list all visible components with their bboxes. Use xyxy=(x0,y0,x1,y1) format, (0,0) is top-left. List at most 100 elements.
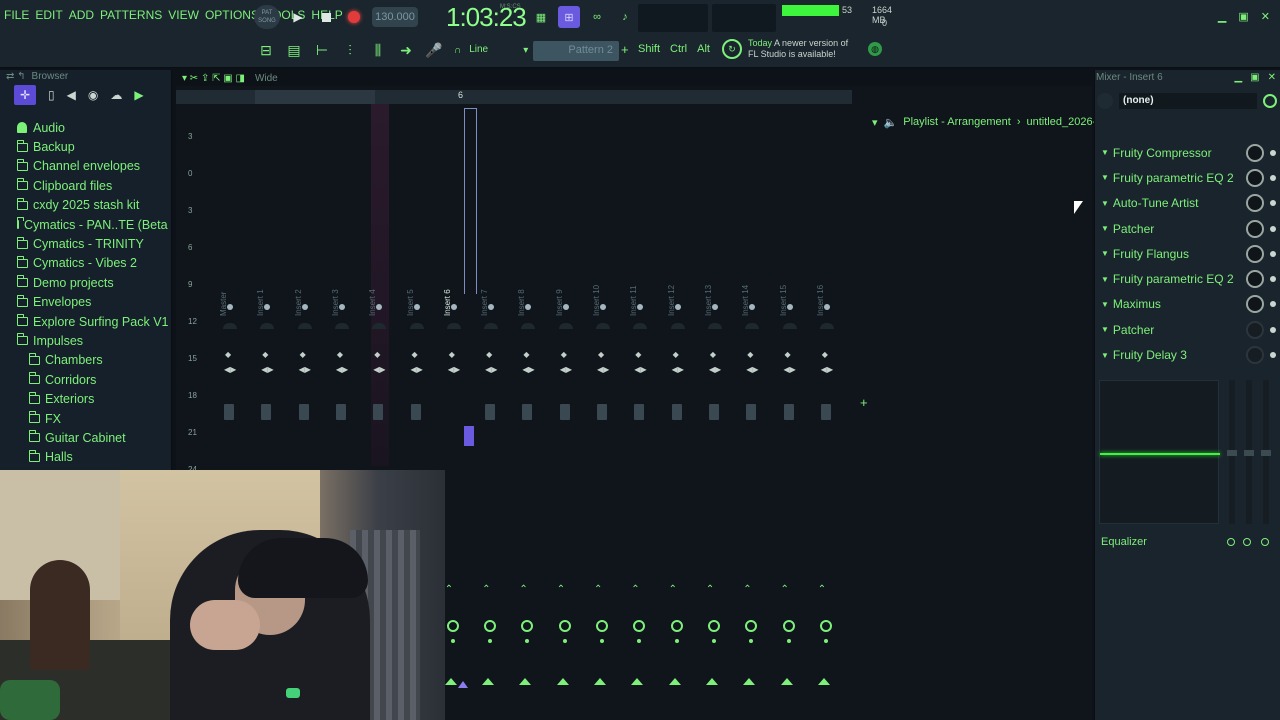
slot-chevron-icon[interactable]: ▼ xyxy=(1101,300,1109,309)
snap-selector[interactable]: ∩ Line ▾ xyxy=(454,41,528,59)
mute-led[interactable] xyxy=(711,304,718,310)
eq-band-handle[interactable] xyxy=(1261,450,1271,456)
pat-song-toggle[interactable]: PAT SONG xyxy=(254,5,280,29)
menu-patterns[interactable]: PATTERNS xyxy=(100,8,162,22)
slot-chevron-icon[interactable]: ▼ xyxy=(1101,199,1109,208)
eq-knob[interactable] xyxy=(1261,538,1269,546)
slot-chevron-icon[interactable]: ▼ xyxy=(1101,325,1109,334)
browser-item[interactable]: Guitar Cabinet xyxy=(0,428,172,447)
news-panel[interactable]: ↻ Today A newer version of FL Studio is … xyxy=(722,38,848,60)
browser-item[interactable]: Chambers xyxy=(0,351,172,370)
pan-knob[interactable] xyxy=(223,323,237,329)
route-arrow-icon[interactable]: ⌃ xyxy=(781,584,789,595)
swap-channels-icon[interactable]: ◀▶ xyxy=(709,365,721,374)
add-pattern-icon[interactable]: + xyxy=(621,42,629,57)
route-knob[interactable] xyxy=(670,620,683,632)
slot-enable-led[interactable] xyxy=(1270,326,1276,333)
mix-knob[interactable] xyxy=(1246,194,1264,213)
volume-fader[interactable] xyxy=(522,404,533,420)
pan-knob[interactable] xyxy=(521,323,536,329)
stereo-separation-icon[interactable]: ◆ xyxy=(262,350,268,359)
effect-slot[interactable]: ▼ Fruity Compressor xyxy=(1095,140,1280,165)
volume-fader[interactable] xyxy=(708,404,719,420)
pan-knob[interactable] xyxy=(745,323,760,329)
effect-slot[interactable]: ▼ Patcher xyxy=(1095,216,1280,241)
loop-icon[interactable]: ∞ xyxy=(586,6,608,28)
playlist-icon[interactable]: ⊟ xyxy=(254,39,278,61)
menu-edit[interactable]: EDIT xyxy=(35,8,62,22)
pan-knob[interactable] xyxy=(596,323,610,329)
step-sequencer-icon[interactable]: ⊞ xyxy=(558,6,580,28)
stereo-separation-icon[interactable]: ◆ xyxy=(598,350,604,359)
swap-channels-icon[interactable]: ◀▶ xyxy=(336,365,348,374)
slot-enable-led[interactable] xyxy=(1270,250,1276,257)
route-send-icon[interactable] xyxy=(594,678,606,685)
browser-item[interactable]: Channel envelopes xyxy=(0,157,172,176)
mixer-menu-icon[interactable]: ▾ ✂ ⇪ ⇱ ▣ ◨ xyxy=(182,73,245,84)
volume-fader[interactable] xyxy=(410,404,421,420)
menu-view[interactable]: VIEW xyxy=(168,8,199,22)
stereo-separation-icon[interactable]: ◆ xyxy=(225,350,231,359)
route-knob[interactable] xyxy=(633,620,646,632)
stop-button[interactable] xyxy=(316,7,336,27)
browser-item[interactable]: Cymatics - PAN..TE (Beta Pack) xyxy=(0,215,172,234)
swap-channels-icon[interactable]: ◀▶ xyxy=(224,365,236,374)
channel-rack-icon[interactable]: ▤ xyxy=(282,39,306,61)
route-arrow-icon[interactable]: ⌃ xyxy=(445,584,453,595)
all-files-icon[interactable]: ✛ xyxy=(14,85,36,105)
mute-led[interactable] xyxy=(786,304,793,310)
effect-slot[interactable]: ▼ Auto-Tune Artist xyxy=(1095,191,1280,216)
play-button[interactable]: ▶ xyxy=(288,7,308,27)
route-send-icon[interactable] xyxy=(444,678,457,685)
stereo-separation-icon[interactable]: ◆ xyxy=(523,350,529,359)
volume-fader[interactable] xyxy=(746,404,757,420)
slot-chevron-icon[interactable]: ▼ xyxy=(1101,148,1109,157)
route-send-icon[interactable] xyxy=(817,678,830,685)
volume-fader[interactable] xyxy=(597,404,607,420)
stereo-separation-icon[interactable]: ◆ xyxy=(673,350,679,359)
minimize-icon[interactable]: ▁ xyxy=(1234,72,1242,83)
browser-item[interactable]: Impulses xyxy=(0,331,172,350)
pan-knob[interactable] xyxy=(297,323,312,329)
effect-slot[interactable]: ▼ Fruity parametric EQ 2 xyxy=(1095,266,1280,291)
route-knob[interactable] xyxy=(745,620,758,632)
mix-knob[interactable] xyxy=(1246,143,1264,162)
close-icon[interactable]: ✕ xyxy=(1261,10,1270,23)
mute-led[interactable] xyxy=(450,304,457,310)
swap-channels-icon[interactable]: ◀▶ xyxy=(373,365,385,374)
pan-knob[interactable] xyxy=(819,323,834,329)
slot-enable-led[interactable] xyxy=(1270,352,1276,359)
browser-item[interactable]: Cymatics - TRINITY xyxy=(0,234,172,253)
effect-slot[interactable]: ▼ Fruity parametric EQ 2 xyxy=(1095,165,1280,190)
more-arrow-icon[interactable]: ▶ xyxy=(134,88,143,102)
piano-roll-icon[interactable]: ⊢ xyxy=(310,39,334,61)
pan-knob[interactable] xyxy=(409,323,424,329)
slot-chevron-icon[interactable]: ▼ xyxy=(1101,351,1109,360)
swap-channels-icon[interactable]: ◀▶ xyxy=(299,365,311,374)
mixer-view-label[interactable]: Wide xyxy=(255,73,278,84)
route-arrow-icon[interactable]: ⌃ xyxy=(557,584,565,595)
maximize-icon[interactable]: ▣ xyxy=(1238,10,1248,23)
route-knob[interactable] xyxy=(446,620,459,632)
mixer-strip[interactable]: Insert 9 ◆ ◀▶ ⌃ xyxy=(549,104,583,720)
browser-item[interactable]: Explore Surfing Pack V1 xyxy=(0,312,172,331)
menu-options[interactable]: OPTIONS xyxy=(205,8,259,22)
route-arrow-icon[interactable]: ⌃ xyxy=(631,584,639,595)
pan-knob[interactable] xyxy=(558,323,573,329)
eq-band-2[interactable] xyxy=(1244,380,1254,524)
slot-enable-led[interactable] xyxy=(1270,174,1276,181)
mute-led[interactable] xyxy=(413,304,420,310)
route-send-icon[interactable] xyxy=(482,678,495,685)
stereo-separation-icon[interactable]: ◆ xyxy=(635,350,641,359)
slot-enable-led[interactable] xyxy=(1270,276,1276,283)
shift-key[interactable]: Shift xyxy=(638,43,660,55)
stereo-separation-icon[interactable]: ◆ xyxy=(486,350,492,359)
playlist-tab[interactable]: ▾ 🔈 Playlist - Arrangement › untitled_20… xyxy=(872,114,1150,130)
mixer-strip[interactable]: Insert 16 ◆ ◀▶ ⌃ xyxy=(810,104,844,720)
route-knob[interactable] xyxy=(782,620,795,632)
route-knob[interactable] xyxy=(596,620,608,632)
effect-slot[interactable]: ▼ Patcher xyxy=(1095,317,1280,342)
slot-enable-led[interactable] xyxy=(1270,225,1276,232)
slot-chevron-icon[interactable]: ▼ xyxy=(1101,275,1109,284)
pan-knob[interactable] xyxy=(782,323,797,329)
